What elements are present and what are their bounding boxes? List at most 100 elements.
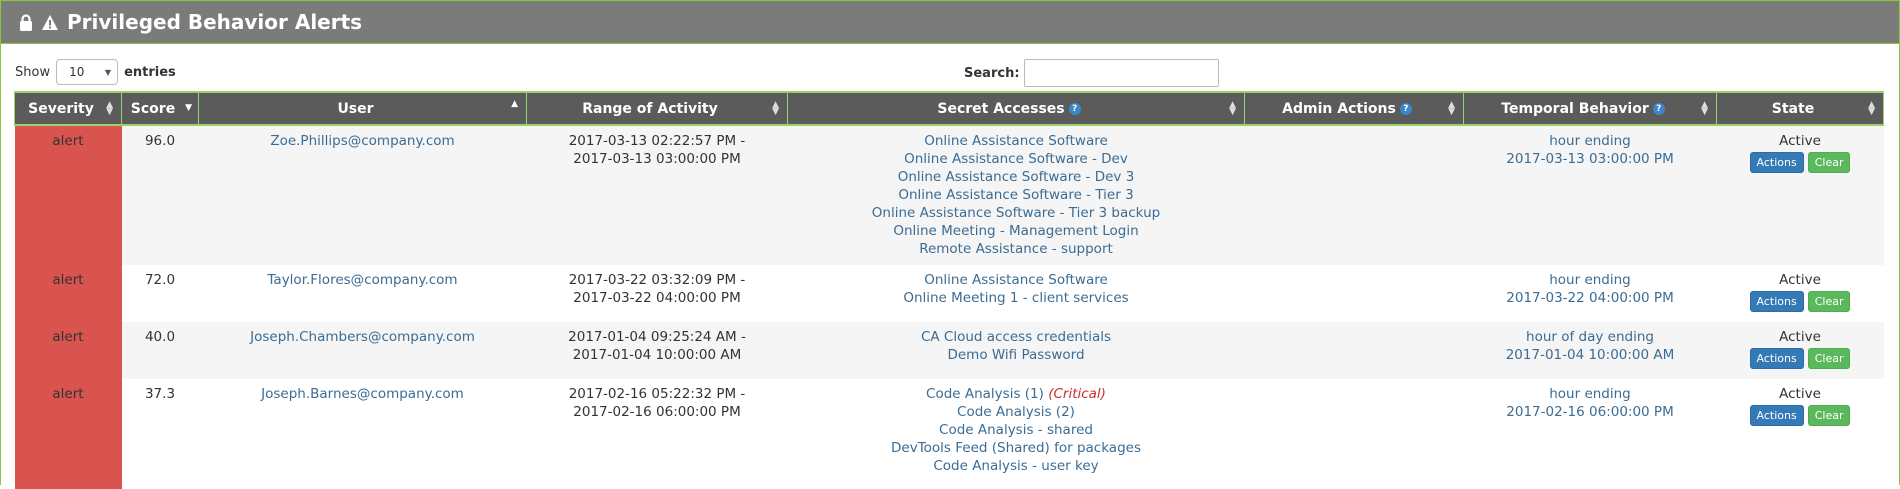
temporal-label: hour ending xyxy=(1549,272,1631,288)
severity-cell: alert xyxy=(14,125,122,265)
range-end: 2017-01-04 10:00:00 AM xyxy=(572,347,742,363)
state-text: Active xyxy=(1779,386,1821,402)
secret-link[interactable]: DevTools Feed (Shared) for packages xyxy=(792,439,1241,457)
admin-actions-cell xyxy=(1244,379,1464,489)
table-row: alert 96.0 Zoe.Phillips@company.com 2017… xyxy=(14,125,1884,265)
column-header-temporal-behavior[interactable]: Temporal Behavior? ▲ ▼ xyxy=(1463,91,1717,126)
clear-button[interactable]: Clear xyxy=(1807,291,1851,312)
table-row: alert 37.3 Joseph.Barnes@company.com 201… xyxy=(14,379,1884,489)
user-link[interactable]: Joseph.Chambers@company.com xyxy=(198,322,527,379)
entries-select-value: 10 xyxy=(69,65,85,79)
secret-accesses-cell: Online Assistance Software Online Assist… xyxy=(787,125,1245,265)
info-icon[interactable]: ? xyxy=(1399,102,1412,115)
actions-button[interactable]: Actions xyxy=(1749,291,1804,312)
state-cell: Active Actions Clear xyxy=(1716,125,1884,265)
search-input[interactable] xyxy=(1023,59,1219,87)
range-cell: 2017-03-22 03:32:09 PM - 2017-03-22 04:0… xyxy=(526,265,788,322)
alerts-table: Severity ▲ ▼ Score ▼ User ▲ Range of Activit… xyxy=(14,91,1884,489)
range-cell: 2017-01-04 09:25:24 AM - 2017-01-04 10:0… xyxy=(526,322,788,379)
admin-actions-cell xyxy=(1244,125,1464,265)
severity-cell: alert xyxy=(14,379,122,489)
secret-link[interactable]: Online Assistance Software - Tier 3 back… xyxy=(792,204,1241,222)
show-label: Show xyxy=(15,64,51,80)
sort-desc-icon: ▼ xyxy=(185,103,192,113)
column-header-state[interactable]: State ▲ ▼ xyxy=(1716,91,1884,126)
temporal-cell: hour ending 2017-02-16 06:00:00 PM xyxy=(1463,379,1717,489)
user-link[interactable]: Joseph.Barnes@company.com xyxy=(198,379,527,489)
state-text: Active xyxy=(1779,329,1821,345)
sort-icon: ▲ ▼ xyxy=(106,100,113,117)
sort-icon: ▲ ▼ xyxy=(772,100,779,117)
secret-link[interactable]: Online Meeting - Management Login xyxy=(792,222,1241,240)
secret-link[interactable]: Demo Wifi Password xyxy=(792,346,1241,364)
lock-icon xyxy=(19,13,33,31)
info-icon[interactable]: ? xyxy=(1652,102,1665,115)
temporal-cell: hour ending 2017-03-22 04:00:00 PM xyxy=(1463,265,1717,322)
score-cell: 72.0 xyxy=(121,265,199,322)
temporal-value: 2017-01-04 10:00:00 AM xyxy=(1505,347,1675,363)
info-icon[interactable]: ? xyxy=(1068,102,1081,115)
clear-button[interactable]: Clear xyxy=(1807,405,1851,426)
column-header-admin-actions[interactable]: Admin Actions? ▲ ▼ xyxy=(1244,91,1464,126)
sort-asc-icon: ▲ xyxy=(511,99,518,109)
entries-select[interactable]: 10 ▼ xyxy=(56,59,119,85)
sort-icon: ▲ ▼ xyxy=(1229,100,1236,117)
column-header-user[interactable]: User ▲ xyxy=(198,91,527,126)
secret-link[interactable]: Code Analysis (1) xyxy=(926,386,1044,402)
secret-accesses-cell: Online Assistance Software Online Meetin… xyxy=(787,265,1245,322)
user-link[interactable]: Zoe.Phillips@company.com xyxy=(198,125,527,265)
secret-link[interactable]: Code Analysis - user key xyxy=(792,457,1241,475)
secret-link[interactable]: Online Meeting 1 - client services xyxy=(792,289,1241,307)
score-cell: 40.0 xyxy=(121,322,199,379)
critical-label: (Critical) xyxy=(1048,386,1106,402)
secret-link[interactable]: CA Cloud access credentials xyxy=(792,328,1241,346)
temporal-label: hour ending xyxy=(1549,386,1631,402)
secret-link[interactable]: Online Assistance Software - Tier 3 xyxy=(792,186,1241,204)
range-start: 2017-03-22 03:32:09 PM - xyxy=(568,272,746,288)
warning-icon xyxy=(41,14,59,31)
search-label: Search: xyxy=(964,65,1020,81)
column-header-secret-accesses[interactable]: Secret Accesses? ▲ ▼ xyxy=(787,91,1245,126)
range-end: 2017-03-22 04:00:00 PM xyxy=(573,290,741,306)
state-text: Active xyxy=(1779,272,1821,288)
column-header-score[interactable]: Score ▼ xyxy=(121,91,199,126)
user-link[interactable]: Taylor.Flores@company.com xyxy=(198,265,527,322)
sort-icon: ▲ ▼ xyxy=(1868,100,1875,117)
table-row: alert 72.0 Taylor.Flores@company.com 201… xyxy=(14,265,1884,322)
page-length-control: Show 10 ▼ entries xyxy=(15,59,176,85)
column-header-severity[interactable]: Severity ▲ ▼ xyxy=(14,91,122,126)
table-row: alert 40.0 Joseph.Chambers@company.com 2… xyxy=(14,322,1884,379)
secret-accesses-cell: CA Cloud access credentials Demo Wifi Pa… xyxy=(787,322,1245,379)
temporal-value: 2017-03-22 04:00:00 PM xyxy=(1506,290,1674,306)
state-cell: Active Actions Clear xyxy=(1716,265,1884,322)
temporal-label: hour ending xyxy=(1549,133,1631,149)
secret-link[interactable]: Code Analysis (2) xyxy=(792,403,1241,421)
actions-button[interactable]: Actions xyxy=(1749,348,1804,369)
temporal-value: 2017-02-16 06:00:00 PM xyxy=(1506,404,1674,420)
clear-button[interactable]: Clear xyxy=(1807,152,1851,173)
clear-button[interactable]: Clear xyxy=(1807,348,1851,369)
score-cell: 96.0 xyxy=(121,125,199,265)
secret-link[interactable]: Online Assistance Software - Dev 3 xyxy=(792,168,1241,186)
secret-link[interactable]: Online Assistance Software - Dev xyxy=(792,150,1241,168)
secret-line: Code Analysis (1) (Critical) xyxy=(792,385,1241,403)
entries-label: entries xyxy=(124,64,176,80)
panel-header: Privileged Behavior Alerts xyxy=(1,1,1899,44)
range-start: 2017-02-16 05:22:32 PM - xyxy=(568,386,746,402)
secret-accesses-cell: Code Analysis (1) (Critical) Code Analys… xyxy=(787,379,1245,489)
actions-button[interactable]: Actions xyxy=(1749,152,1804,173)
column-header-range[interactable]: Range of Activity ▲ ▼ xyxy=(526,91,788,126)
range-start: 2017-01-04 09:25:24 AM - xyxy=(568,329,746,345)
chevron-down-icon: ▼ xyxy=(104,67,112,77)
table-header-row: Severity ▲ ▼ Score ▼ User ▲ Range of Activit… xyxy=(14,91,1884,126)
range-start: 2017-03-13 02:22:57 PM - xyxy=(568,133,746,149)
search-control: Search: xyxy=(964,59,1219,87)
secret-link[interactable]: Remote Assistance - support xyxy=(792,240,1241,258)
range-cell: 2017-03-13 02:22:57 PM - 2017-03-13 03:0… xyxy=(526,125,788,265)
actions-button[interactable]: Actions xyxy=(1749,405,1804,426)
severity-cell: alert xyxy=(14,265,122,322)
secret-link[interactable]: Code Analysis - shared xyxy=(792,421,1241,439)
state-cell: Active Actions Clear xyxy=(1716,322,1884,379)
secret-link[interactable]: Online Assistance Software xyxy=(792,271,1241,289)
secret-link[interactable]: Online Assistance Software xyxy=(792,132,1241,150)
